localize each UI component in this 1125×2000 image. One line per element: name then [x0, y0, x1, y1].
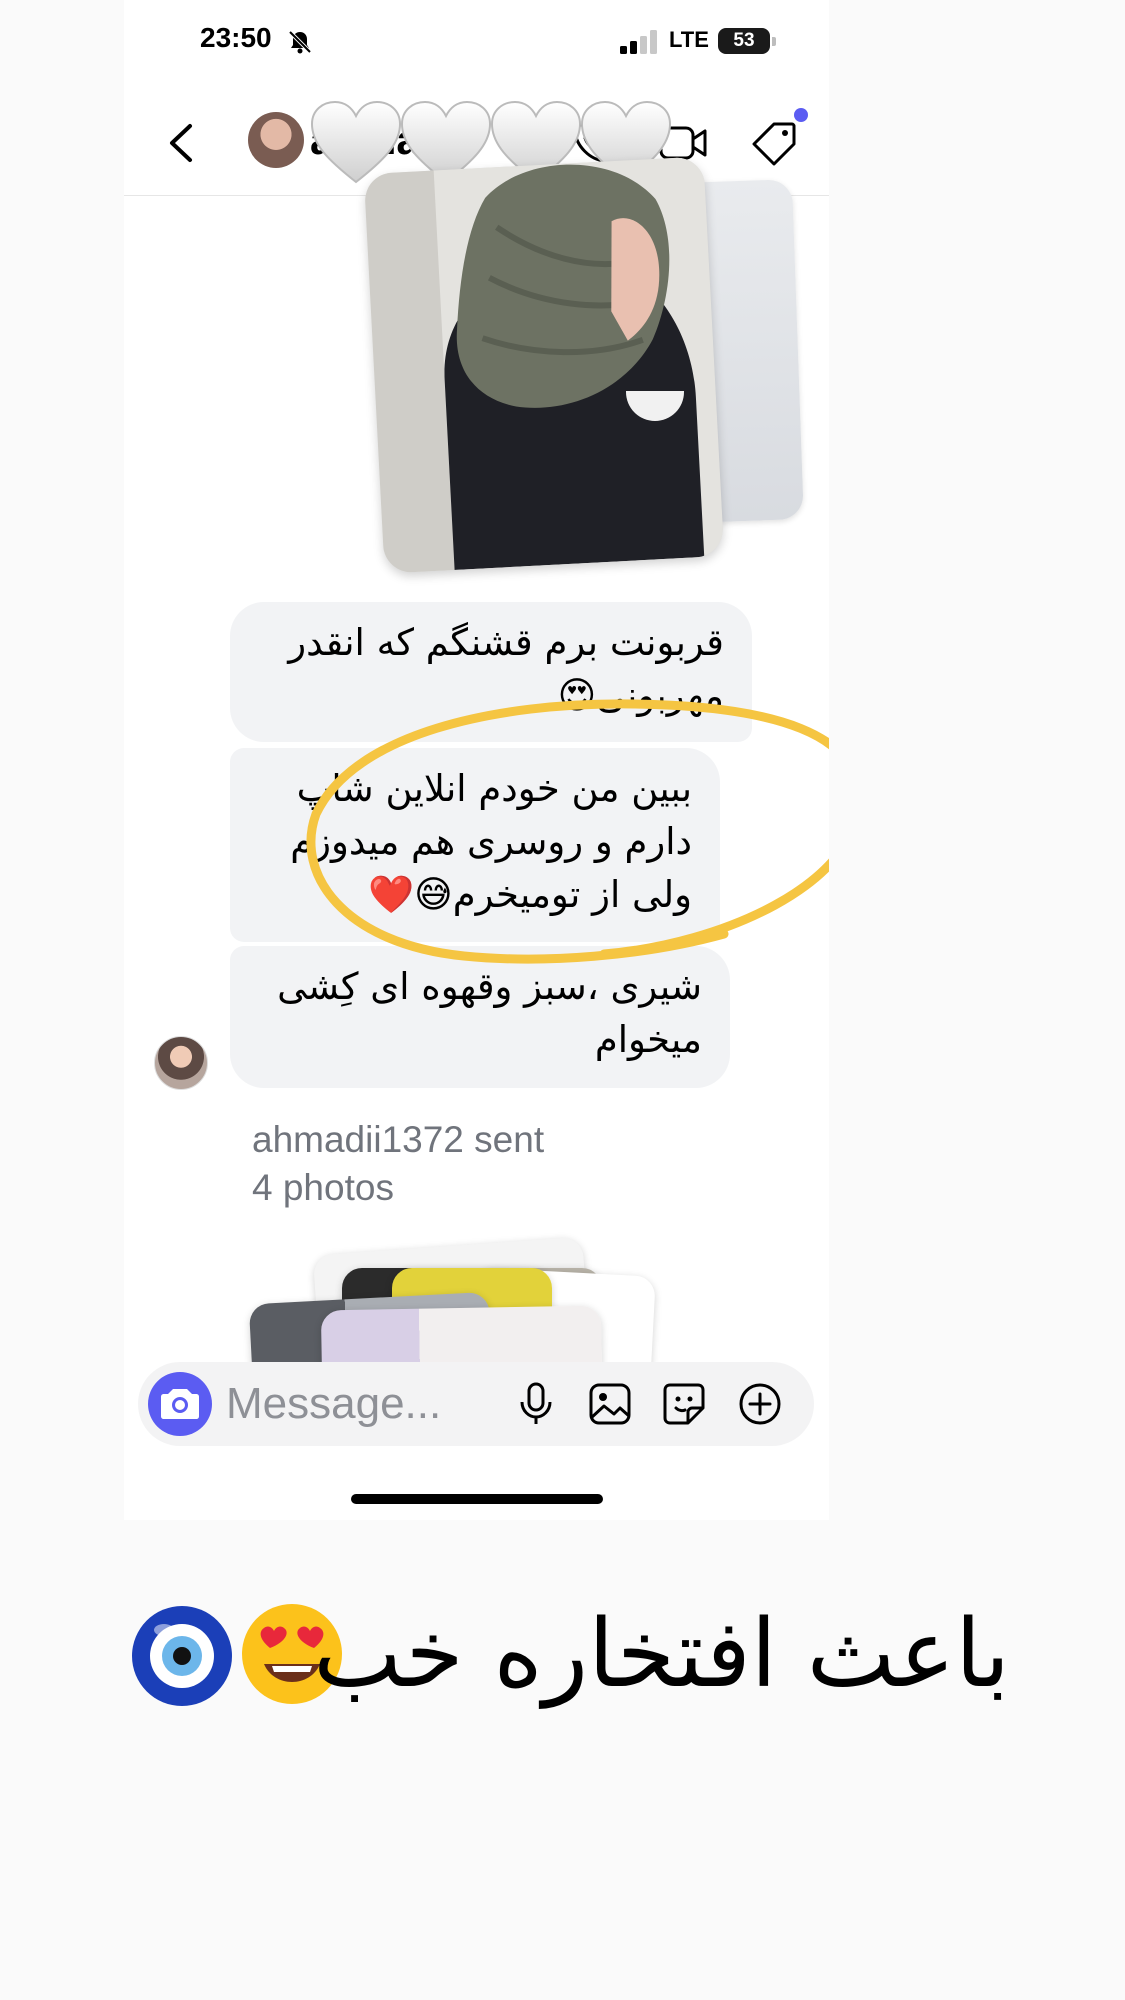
- dm-screenshot: 23:50 LTE 53 ahma: [124, 0, 829, 1520]
- status-bar: 23:50 LTE 53: [124, 0, 829, 84]
- status-time: 23:50: [200, 22, 272, 53]
- mic-icon[interactable]: [512, 1380, 560, 1428]
- tag-icon[interactable]: [752, 120, 798, 166]
- camera-icon: [161, 1389, 199, 1419]
- message-input[interactable]: [226, 1376, 486, 1432]
- plus-icon[interactable]: [736, 1380, 784, 1428]
- back-icon[interactable]: [166, 122, 196, 164]
- preview-photo[interactable]: [320, 1305, 604, 1362]
- message-composer: [138, 1362, 814, 1446]
- avatar[interactable]: [248, 112, 304, 168]
- signal-icon: [620, 30, 657, 54]
- photo-hijab[interactable]: [363, 156, 725, 574]
- notification-dot: [794, 108, 808, 122]
- gallery-icon[interactable]: [586, 1380, 634, 1428]
- home-indicator: [351, 1494, 603, 1504]
- hijab-photo-illustration: [363, 156, 725, 574]
- photo-preview-stack[interactable]: [232, 1232, 672, 1362]
- nazar-icon: [132, 1606, 232, 1706]
- battery-indicator: 53: [718, 28, 776, 54]
- shared-photo-stack[interactable]: [363, 156, 808, 575]
- caption-text: باعث افتخاره خب: [313, 1600, 1010, 1709]
- bell-muted-icon: [288, 30, 312, 54]
- network-label: LTE: [669, 27, 709, 52]
- photos-sent-notice: ahmadii1372 sent 4 photos: [252, 1119, 545, 1208]
- camera-button[interactable]: [148, 1372, 212, 1436]
- story-caption: باعث افتخاره خب: [130, 1590, 1010, 1720]
- sticker-icon[interactable]: [660, 1380, 708, 1428]
- highlight-circle: [306, 699, 829, 964]
- avatar[interactable]: [154, 1036, 208, 1090]
